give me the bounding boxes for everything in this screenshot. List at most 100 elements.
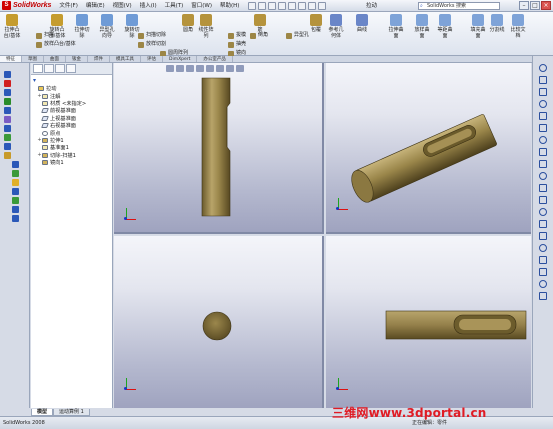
small-command-0[interactable]: 扫描 [36,32,54,39]
command-tab-2[interactable]: 曲面 [44,56,66,62]
command-button-11[interactable]: 拉伸曲 面 [386,14,406,39]
feature-tree-item[interactable]: 材质 <未指定> [33,100,111,107]
task-pane-tool-icon[interactable] [539,244,547,252]
task-pane-tool-icon[interactable] [539,88,547,96]
menu-edit[interactable]: 编辑(E) [82,0,109,12]
task-pane-tool-icon[interactable] [539,280,547,288]
feature-tree-item[interactable]: 基准面1 [33,144,111,151]
feature-tree-item[interactable]: 原点 [33,129,111,137]
task-pane-tool-icon[interactable] [539,112,547,120]
command-button-7[interactable]: 筋 [250,14,270,33]
sketch-tool-icon[interactable] [4,143,11,150]
options-icon[interactable] [318,1,327,10]
minimize-button[interactable]: – [519,1,529,10]
command-tab-4[interactable]: 焊件 [88,56,110,62]
command-button-6[interactable]: 线性阵 列 [196,14,216,39]
rebuild-icon[interactable] [308,1,317,10]
command-button-8[interactable]: 包覆 [306,14,326,33]
small-command-3[interactable]: 放样切割 [138,41,166,48]
menu-tools[interactable]: 工具(T) [161,0,188,12]
sketch-tool-icon[interactable] [4,107,11,114]
command-tab-1[interactable]: 草图 [22,56,44,62]
small-command-9[interactable]: 异型孔 [286,32,309,39]
small-command-1[interactable]: 放样凸台/基体 [36,41,76,48]
task-pane-tool-icon[interactable] [539,172,547,180]
close-button[interactable]: × [541,1,551,10]
menu-view[interactable]: 视图(V) [109,0,136,12]
command-tab-0[interactable]: 特征 [0,56,22,62]
task-pane-tool-icon[interactable] [539,124,547,132]
feature-tree-item[interactable]: + 拉伸1 [33,137,111,144]
menu-insert[interactable]: 插入(I) [136,0,161,12]
command-button-12[interactable]: 放样曲 面 [412,14,432,39]
sketch-tool-icon[interactable] [12,206,19,213]
viewport-top[interactable] [114,63,324,234]
small-command-5[interactable]: 抽壳 [228,41,246,48]
menu-window[interactable]: 窗口(W) [187,0,216,12]
sketch-tool-icon[interactable] [12,179,19,186]
command-button-5[interactable]: 圆角 [178,14,198,33]
sketch-tool-icon[interactable] [12,215,19,222]
sketch-tool-icon[interactable] [4,152,11,159]
maximize-button[interactable]: □ [530,1,540,10]
sketch-tool-icon[interactable] [4,71,11,78]
select-arrow-icon[interactable] [298,1,307,10]
sketch-tool-icon[interactable] [4,80,11,87]
sketch-tool-icon[interactable] [12,170,19,177]
task-pane-tool-icon[interactable] [539,136,547,144]
task-pane-tool-icon[interactable] [539,148,547,156]
tab-motion-study[interactable]: 运动算例 1 [53,409,90,416]
command-tab-7[interactable]: DimXpert [163,56,198,62]
feature-tree-item[interactable]: 镜向1 [33,159,111,166]
command-button-10[interactable]: 曲线 [352,14,372,33]
small-command-4[interactable]: 拔模 [228,32,246,39]
viewport-right[interactable] [326,236,531,408]
command-button-0[interactable]: 拉伸凸 台/基体 [2,14,22,39]
task-pane-tool-icon[interactable] [539,292,547,300]
sketch-tool-icon[interactable] [4,134,11,141]
app-logo[interactable]: S SolidWorks [0,0,55,12]
dimxpert-tab-icon[interactable] [66,64,76,73]
filter-icon[interactable]: ▾ [33,77,41,84]
feature-tree-item[interactable]: 右视基准面 [33,122,111,129]
feature-tree-item[interactable]: 拉动 [33,85,111,92]
task-pane-tool-icon[interactable] [539,208,547,216]
command-tab-6[interactable]: 评估 [141,56,163,62]
feature-tree-item[interactable]: 上视基准面 [33,115,111,122]
feature-tree-item[interactable]: + 注解 [33,92,111,100]
command-button-16[interactable]: 比较文 档 [508,14,528,39]
sketch-tool-icon[interactable] [12,161,19,168]
task-pane-tool-icon[interactable] [539,184,547,192]
command-button-2[interactable]: 拉伸切 除 [72,14,92,39]
feature-tree-item[interactable]: 前视基准面 [33,107,111,114]
command-button-9[interactable]: 参考几 何体 [326,14,346,39]
command-tab-8[interactable]: 办公室产品 [197,56,233,62]
viewport-front[interactable] [114,236,324,408]
command-tab-5[interactable]: 模具工具 [110,56,141,62]
sketch-tool-icon[interactable] [4,125,11,132]
command-button-15[interactable]: 分割线 [487,14,507,33]
task-pane-tool-icon[interactable] [539,220,547,228]
task-pane-tool-icon[interactable] [539,256,547,264]
open-folder-icon[interactable] [258,1,267,10]
viewport-isometric[interactable] [326,63,531,234]
save-icon[interactable] [268,1,277,10]
sketch-tool-icon[interactable] [12,197,19,204]
task-pane-tool-icon[interactable] [539,76,547,84]
property-manager-tab-icon[interactable] [44,64,54,73]
sketch-tool-icon[interactable] [4,116,11,123]
task-pane-tool-icon[interactable] [539,64,547,72]
menu-file[interactable]: 文件(F) [55,0,81,12]
search-input[interactable]: ⌕ SolidWorks 搜索 [418,2,500,10]
task-pane-tool-icon[interactable] [539,100,547,108]
print-icon[interactable] [278,1,287,10]
tab-model[interactable]: 模型 [31,409,54,416]
task-pane-tool-icon[interactable] [539,196,547,204]
small-command-2[interactable]: 扫描切除 [138,32,166,39]
command-button-3[interactable]: 异型孔 向导 [97,14,117,39]
undo-icon[interactable] [288,1,297,10]
menu-help[interactable]: 帮助(H) [216,0,243,12]
sketch-tool-icon[interactable] [12,188,19,195]
task-pane-tool-icon[interactable] [539,268,547,276]
task-pane-tool-icon[interactable] [539,232,547,240]
